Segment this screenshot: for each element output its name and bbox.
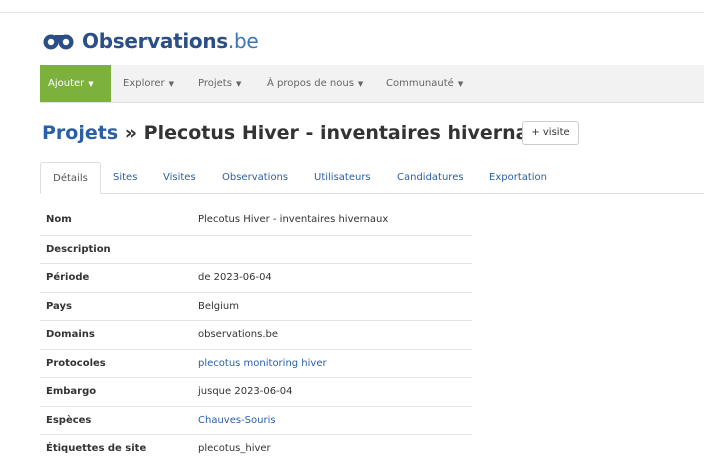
brand-name: Observations.be (82, 29, 259, 53)
tab-exportation[interactable]: Exportation (489, 162, 547, 193)
detail-label: Nom (46, 214, 72, 225)
caret-down-icon: ▼ (357, 80, 364, 88)
tab-observations[interactable]: Observations (222, 162, 288, 193)
top-divider (0, 12, 704, 13)
breadcrumb-projets[interactable]: Projets (42, 122, 118, 144)
tab-details[interactable]: Détails (40, 162, 101, 194)
breadcrumb-separator: » (124, 122, 138, 144)
caret-down-icon: ▼ (457, 80, 464, 88)
detail-value: de 2023-06-04 (198, 272, 272, 283)
project-title: Plecotus Hiver - inventaires hivernaux (143, 122, 555, 144)
protocol-link[interactable]: plecotus monitoring hiver (198, 350, 327, 378)
detail-label: Pays (46, 300, 72, 312)
detail-row-protocoles: Protocoles plecotus monitoring hiver (40, 348, 472, 378)
main-navbar: Ajouter ▼ Explorer ▼ Projets ▼ À propos de … (40, 65, 704, 103)
detail-row-nom: Nom Plecotus Hiver - inventaires hiverna… (40, 206, 472, 235)
detail-row-periode: Période de 2023-06-04 (40, 263, 472, 292)
tab-utilisateurs[interactable]: Utilisateurs (314, 162, 371, 193)
add-visit-button[interactable]: + visite (522, 121, 579, 145)
site-logo[interactable]: Observations.be (42, 28, 259, 54)
nav-ajouter[interactable]: Ajouter ▼ (40, 65, 111, 102)
page-title: Projets » Plecotus Hiver - inventaires h… (42, 118, 554, 148)
project-details-table: Nom Plecotus Hiver - inventaires hiverna… (40, 206, 472, 463)
binoculars-icon (43, 34, 74, 50)
tab-candidatures[interactable]: Candidatures (397, 162, 464, 193)
caret-down-icon: ▼ (168, 80, 175, 88)
detail-label: Espèces (46, 414, 92, 426)
project-tabs: Détails Sites Visites Observations Utili… (40, 162, 704, 194)
detail-label: Embargo (46, 386, 97, 397)
detail-label: Protocoles (46, 357, 106, 369)
nav-explorer[interactable]: Explorer ▼ (115, 65, 182, 102)
nav-projets[interactable]: Projets ▼ (190, 65, 249, 102)
nav-a-propos[interactable]: À propos de nous ▼ (259, 65, 371, 102)
detail-label: Description (46, 243, 111, 255)
tab-visites[interactable]: Visites (163, 162, 196, 193)
nav-communaute[interactable]: Communauté ▼ (378, 65, 471, 102)
detail-label: Domains (46, 329, 95, 340)
detail-value: jusque 2023-06-04 (198, 386, 293, 397)
detail-value: observations.be (198, 329, 279, 340)
detail-row-etiquettes: Étiquettes de site plecotus_hiver (40, 434, 472, 463)
species-link[interactable]: Chauves-Souris (198, 407, 276, 435)
detail-row-pays: Pays Belgium (40, 291, 472, 321)
caret-down-icon: ▼ (235, 80, 242, 88)
detail-value: Belgium (198, 300, 239, 312)
caret-down-icon: ▼ (88, 80, 94, 88)
detail-value: Plecotus Hiver - inventaires hivernaux (198, 214, 389, 225)
detail-label: Étiquettes de site (46, 443, 147, 454)
detail-row-especes: Espèces Chauves-Souris (40, 405, 472, 435)
detail-row-embargo: Embargo jusque 2023-06-04 (40, 377, 472, 406)
detail-value: plecotus_hiver (198, 443, 271, 454)
detail-row-description: Description (40, 234, 472, 264)
detail-label: Période (46, 272, 90, 283)
detail-row-domains: Domains observations.be (40, 320, 472, 349)
tab-sites[interactable]: Sites (113, 162, 137, 193)
